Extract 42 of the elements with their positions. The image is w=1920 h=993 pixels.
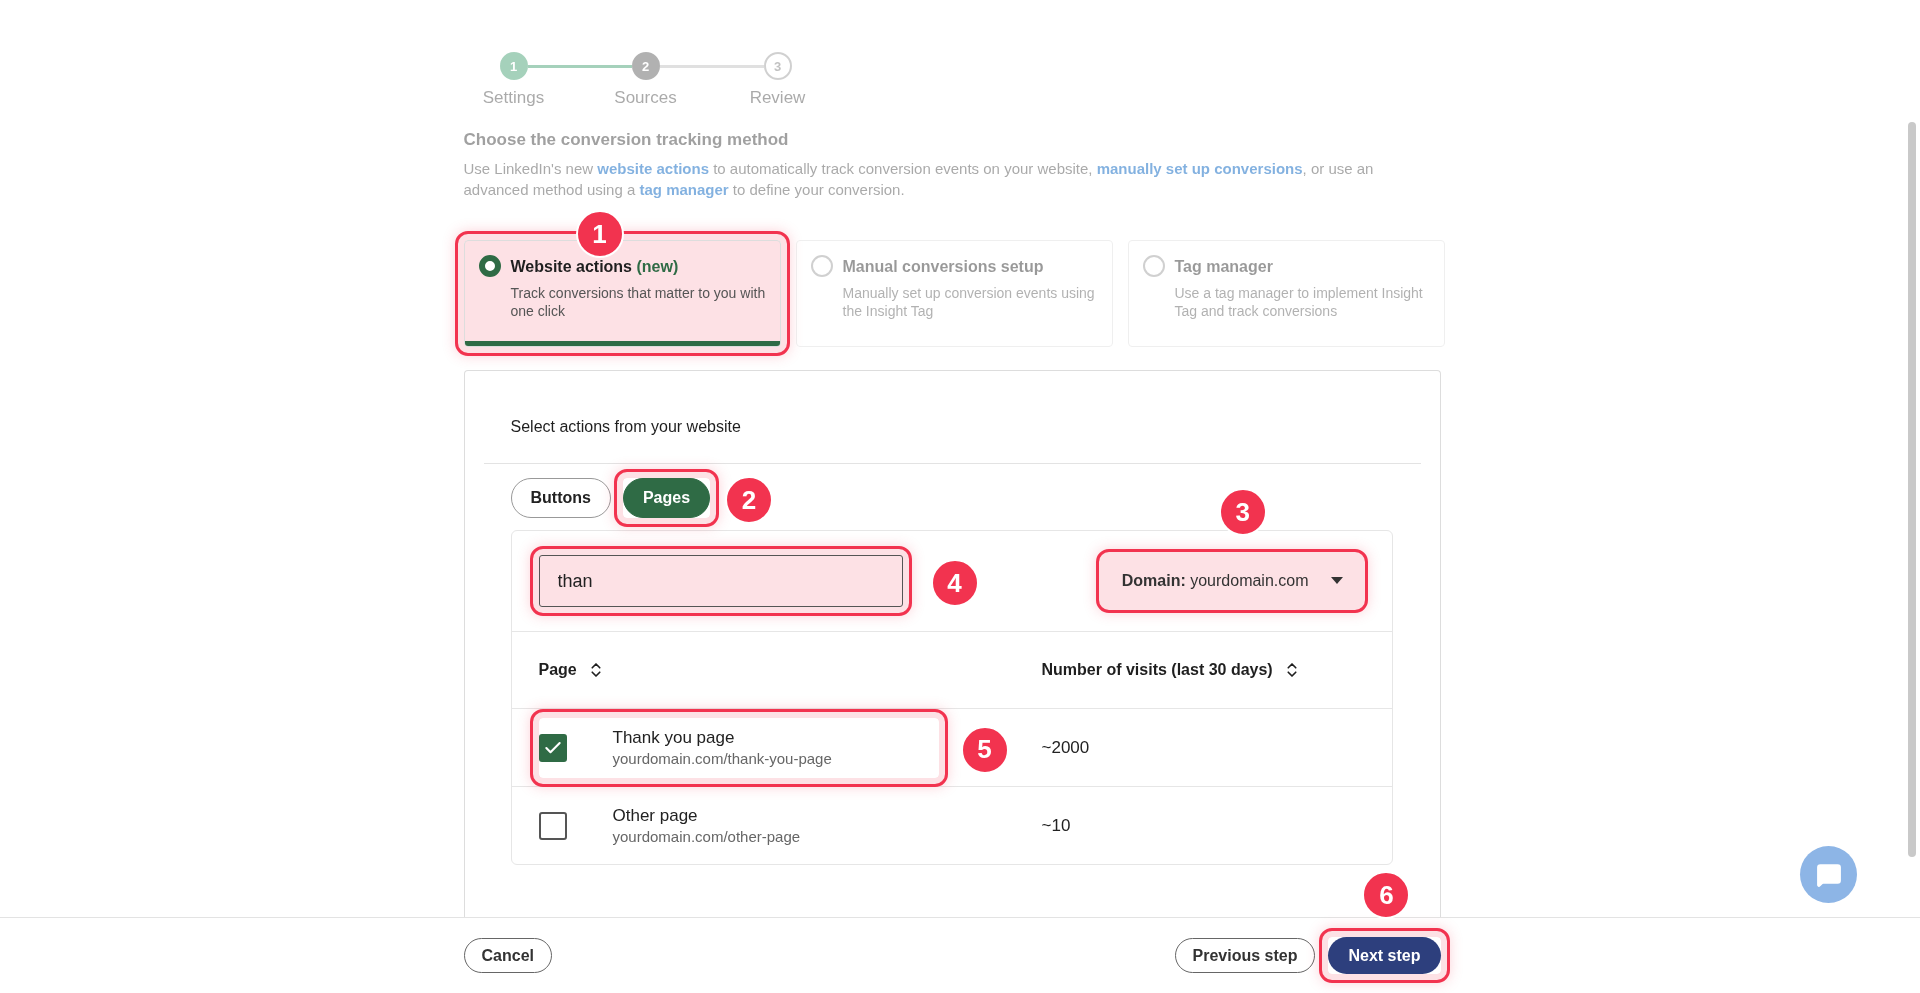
step-number: 1 [499, 52, 528, 80]
step-number: 2 [631, 52, 660, 80]
card-title: Website actions (new) [510, 258, 680, 276]
column-header[interactable]: Page [538, 661, 577, 679]
step-label: Sources [614, 88, 677, 108]
next-step-button[interactable]: Next step [1328, 937, 1441, 974]
domain-dropdown[interactable]: Domain: yourdomain.com [1104, 558, 1359, 604]
annotation-badge: 6 [1362, 871, 1411, 919]
card-title: Manual conversions setup [842, 258, 1045, 276]
column-header[interactable]: Number of visits (last 30 days) [1041, 661, 1273, 679]
page-url: yourdomain.com/other-page [612, 828, 801, 845]
scrollbar-thumb[interactable] [1908, 122, 1916, 857]
previous-step-button[interactable]: Previous step [1174, 938, 1316, 973]
search-field[interactable]: than [538, 555, 903, 607]
checkbox[interactable] [538, 811, 567, 840]
step-number: 3 [763, 52, 792, 80]
annotation-badge: 2 [724, 476, 773, 524]
visit-count: ~10 [1041, 815, 1072, 836]
chat-icon [1815, 861, 1842, 888]
annotation-badge: 4 [930, 559, 979, 607]
visit-count: ~2000 [1041, 737, 1091, 758]
page-name: Other page [612, 806, 699, 826]
card-description: Use a tag manager to implement Insight Tag and track conversions [1174, 284, 1424, 320]
cancel-button[interactable]: Cancel [463, 938, 552, 973]
card-description: Track conversions that matter to you with one click [510, 284, 766, 320]
checkbox[interactable] [538, 733, 567, 762]
card-description: Manually set up conversion events using the Insight Tag [842, 284, 1096, 320]
page-url: yourdomain.com/thank-you-page [612, 750, 832, 767]
section-heading: Choose the conversion tracking method [463, 130, 790, 150]
annotation-badge: 1 [575, 210, 624, 258]
annotation-badge: 3 [1218, 488, 1267, 536]
card-title: Tag manager [1174, 258, 1274, 276]
section-description: Use LinkedIn's new website actions to automatically track conversion events on your website, manually set up conversions, or use an advanced method using a tag manager to define your conversion. [463, 159, 1375, 200]
radio-button[interactable] [478, 255, 501, 277]
annotation-badge: 5 [960, 725, 1009, 774]
step-label: Settings [482, 88, 545, 108]
step-label: Review [749, 88, 806, 108]
segment-tab[interactable]: Buttons [510, 478, 611, 518]
page-name: Thank you page [612, 728, 736, 748]
segment-tab[interactable]: Pages [622, 478, 711, 518]
caret-icon [1330, 577, 1343, 585]
panel-title: Select actions from your website [510, 418, 742, 436]
